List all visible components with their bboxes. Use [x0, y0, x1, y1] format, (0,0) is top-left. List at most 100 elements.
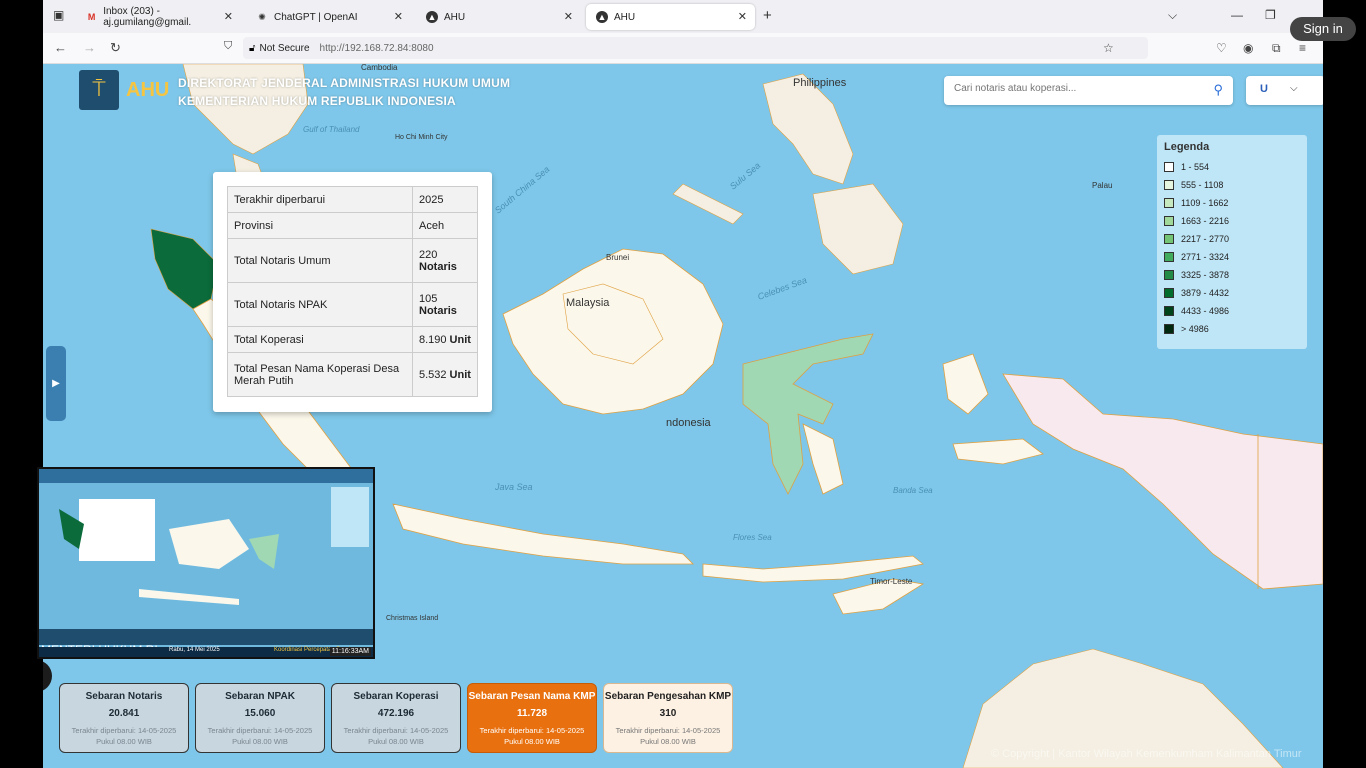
legend-item: 2771 - 3324 — [1164, 252, 1229, 262]
stat-card[interactable]: Sebaran Pesan Nama KMP 11.728 Terakhir dip… — [467, 683, 597, 753]
tab-list-icon[interactable]: ▣ — [53, 8, 64, 22]
close-tab-icon[interactable]: ✕ — [224, 10, 233, 23]
stat-card-title: Sebaran Notaris — [85, 691, 163, 702]
bookmark-star-icon[interactable]: ☆ — [1103, 41, 1114, 55]
search-box[interactable]: ⚲ — [944, 76, 1233, 105]
map-label-gulf-thailand: Gulf of Thailand — [303, 125, 360, 134]
site-title-line2: KEMENTERIAN HUKUM REPUBLIK INDONESIA — [178, 94, 456, 108]
popup-key: Terakhir diperbarui — [227, 186, 413, 213]
legend-title: Legenda — [1164, 141, 1210, 153]
pocket-icon[interactable]: ♡ — [1216, 41, 1227, 55]
tab-gmail[interactable]: M Inbox (203) - aj.gumilang@gmail. ✕ — [76, 4, 241, 30]
stat-card-updated: Terakhir diperbarui: 14-05-2025 Pukul 08.… — [60, 725, 188, 747]
indonesia-map[interactable]: Philippines Malaysia ndonesia Brunei Tim… — [43, 64, 1323, 768]
gmail-icon: M — [87, 12, 96, 22]
legend-label: 555 - 1108 — [1181, 180, 1224, 190]
close-tab-icon[interactable]: ✕ — [738, 10, 747, 23]
map-label-brunei: Brunei — [606, 253, 629, 262]
user-menu-button[interactable]: U ⌵ — [1246, 76, 1323, 105]
map-label-ho-chi-minh: Ho Chi Minh City — [395, 134, 448, 141]
pip-ticker-bar: Rabu, 14 Mei 2025 Koordinasi Percepatan … — [39, 647, 373, 657]
map-label-christmas-island: Christmas Island — [386, 615, 438, 622]
legend-item: 2217 - 2770 — [1164, 234, 1229, 244]
tab-chatgpt[interactable]: ✺ ChatGPT | OpenAI ✕ — [246, 4, 411, 30]
back-icon[interactable]: ← — [54, 40, 67, 55]
openai-icon: ✺ — [258, 12, 266, 22]
legend-swatch — [1164, 324, 1174, 334]
shield-icon[interactable]: ⛉ — [224, 40, 232, 53]
extensions-icon[interactable]: ⧉ — [1272, 41, 1281, 56]
stat-card-updated: Terakhir diperbarui: 14-05-2025 Pukul 08.… — [196, 725, 324, 747]
site-title-line1: DIREKTORAT JENDERAL ADMINISTRASI HUKUM U… — [178, 76, 511, 90]
legend-label: 4433 - 4986 — [1181, 306, 1230, 316]
stat-card-updated-date: Terakhir diperbarui: 14-05-2025 — [615, 726, 721, 735]
stat-card[interactable]: Sebaran Pengesahan KMP 310 Terakhir diperb… — [603, 683, 733, 753]
legend-item: 1109 - 1662 — [1164, 198, 1228, 208]
chevron-down-icon[interactable]: ⌵ — [1168, 8, 1177, 23]
play-icon: ▶ — [52, 378, 60, 389]
forward-icon[interactable]: → — [83, 40, 96, 55]
popup-value-unit: Notaris — [419, 260, 457, 273]
stat-card-value: 11.728 — [516, 708, 548, 719]
tab-label: AHU — [614, 11, 636, 23]
legend-item: 3879 - 4432 — [1164, 288, 1229, 298]
stat-card-updated-date: Terakhir diperbarui: 14-05-2025 — [207, 726, 313, 735]
popup-key: Total Koperasi — [227, 326, 413, 353]
stat-card-updated-time: Pukul 08.00 WIB — [368, 737, 424, 746]
legend-label: 3879 - 4432 — [1181, 288, 1230, 298]
stat-card[interactable]: Sebaran Koperasi 472.196 Terakhir diperbar… — [331, 683, 461, 753]
popup-value-number: 8.190 — [419, 333, 447, 346]
legend-swatch — [1164, 252, 1174, 262]
sign-in-button[interactable]: Sign in — [1290, 17, 1356, 41]
map-label-cambodia: Cambodia — [361, 64, 398, 72]
stat-card-updated-time: Pukul 08.00 WIB — [640, 737, 696, 746]
popup-value: 5.532 Unit — [412, 352, 478, 397]
menu-icon[interactable]: ≡ — [1299, 41, 1306, 55]
stat-card[interactable]: Sebaran Notaris 20.841 Terakhir diperbarui… — [59, 683, 189, 753]
popup-row: Total Koperasi 8.190 Unit — [227, 326, 478, 353]
user-initial: U — [1260, 83, 1268, 95]
search-input[interactable] — [952, 82, 1206, 95]
popup-value-number: 220 — [419, 248, 438, 261]
ahu-icon: ▲ — [426, 11, 438, 23]
restore-icon[interactable]: ❐ — [1265, 8, 1276, 22]
popup-value: Aceh — [412, 212, 478, 239]
popup-value: 2025 — [412, 186, 478, 213]
legend-swatch — [1164, 180, 1174, 190]
popup-value-unit: Unit — [449, 368, 471, 381]
legend-label: 3325 - 3878 — [1181, 270, 1230, 280]
pip-date: Rabu, 14 Mei 2025 — [169, 647, 220, 653]
legend-swatch — [1164, 162, 1174, 172]
account-icon[interactable]: ◉ — [1243, 41, 1253, 55]
map-label-philippines: Philippines — [793, 77, 847, 89]
popup-row: Provinsi Aceh — [227, 212, 478, 239]
close-tab-icon[interactable]: ✕ — [394, 10, 403, 23]
popup-value: 8.190 Unit — [412, 326, 478, 353]
legend-swatch — [1164, 270, 1174, 280]
tab-ahu[interactable]: ▲ AHU ✕ — [416, 4, 581, 30]
tab-label: ChatGPT | OpenAI — [274, 11, 358, 23]
tab-ahu-active[interactable]: ▲ AHU ✕ — [586, 4, 755, 30]
stat-card-updated-time: Pukul 08.00 WIB — [232, 737, 288, 746]
stat-card[interactable]: Sebaran NPAK 15.060 Terakhir diperbarui: 1… — [195, 683, 325, 753]
legend-label: 1109 - 1662 — [1181, 198, 1229, 208]
sidebar-toggle[interactable]: ▶ — [46, 346, 66, 421]
minimize-icon[interactable]: — — [1231, 8, 1243, 22]
stat-card-value: 15.060 — [244, 708, 276, 719]
stat-card-value: 472.196 — [377, 708, 415, 719]
address-bar[interactable]: 🔓︎ Not Secure http://192.168.72.84:8080 — [243, 37, 1148, 59]
lock-icon: 🔓︎ — [249, 42, 256, 54]
stat-card-updated-date: Terakhir diperbarui: 14-05-2025 — [71, 726, 177, 735]
popup-value-number: 105 — [419, 292, 438, 305]
reload-icon[interactable]: ↻ — [110, 40, 121, 56]
picture-in-picture-video[interactable]: MENTERI HUKUM RI Rabu, 14 Mei 2025 Koord… — [37, 467, 375, 659]
map-label-timor-leste: Timor-Leste — [870, 577, 913, 586]
stat-card-updated-date: Terakhir diperbarui: 14-05-2025 — [343, 726, 449, 735]
popup-key: Total Notaris Umum — [227, 238, 413, 283]
pip-map-thumbnail — [39, 469, 373, 657]
ahu-icon: ▲ — [596, 11, 608, 23]
new-tab-icon[interactable]: + — [763, 7, 772, 24]
close-tab-icon[interactable]: ✕ — [564, 10, 573, 23]
url-text: http://192.168.72.84:8080 — [319, 42, 434, 54]
search-icon[interactable]: ⚲ — [1213, 82, 1223, 98]
